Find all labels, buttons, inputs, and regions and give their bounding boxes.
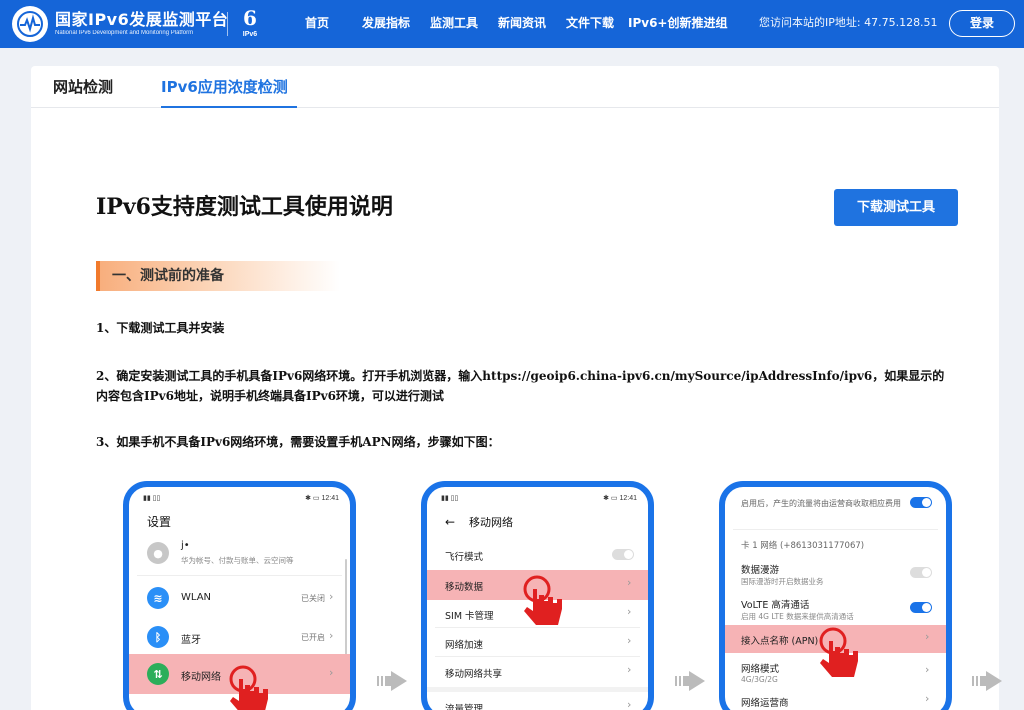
nav-ipv6-plus-innovation[interactable]: IPv6+创新推进组 xyxy=(628,15,728,31)
mobile-network-title: 移动网络 xyxy=(469,516,513,529)
status-time: ✱ ▭ 12:41 xyxy=(603,495,637,502)
phone-scrollbar xyxy=(345,559,347,669)
section-header: 一、测试前的准备 xyxy=(96,261,340,291)
status-time: ✱ ▭ 12:41 xyxy=(305,495,339,502)
chevron-right-icon: › xyxy=(329,590,334,603)
nav-monitoring-tools[interactable]: 监测工具 xyxy=(430,15,478,31)
arrow-right-icon xyxy=(675,671,705,691)
chevron-right-icon: › xyxy=(925,663,930,676)
nav-home[interactable]: 首页 xyxy=(305,15,329,31)
phone-status-bar: ▮▮ ▯▯ ✱ ▭ 12:41 xyxy=(143,493,339,505)
divider xyxy=(435,656,640,657)
page-title: IPv6支持度测试工具使用说明 xyxy=(96,194,393,220)
ipv6-badge-icon: 6 IPv6 xyxy=(242,6,258,38)
phone-screenshot-apn: 启用后，产生的流量将由运营商收取相应费用 卡 1 网络 (+8613031177… xyxy=(719,481,952,710)
step-2-text: 2、确定安装测试工具的手机具备IPv6网络环境。打开手机浏览器，输入https:… xyxy=(96,369,945,403)
data-roaming-toggle xyxy=(910,567,932,578)
step-3-text: 3、如果手机不具备IPv6网络环境，需要设置手机APN网络，步骤如下图： xyxy=(96,435,500,449)
tab-ipv6-usage-check[interactable]: IPv6应用浓度检测 xyxy=(161,76,288,98)
tab-site-check[interactable]: 网站检测 xyxy=(53,76,113,98)
mobile-data-toggle xyxy=(910,497,932,508)
download-tool-button[interactable]: 下载测试工具 xyxy=(834,189,958,226)
site-title: 国家IPv6发展监测平台 xyxy=(55,10,229,29)
chevron-right-icon: › xyxy=(627,663,632,676)
mobile-network-label: 移动网络 xyxy=(181,672,221,683)
sim-management-label: SIM 卡管理 xyxy=(445,611,494,622)
data-roaming-label: 数据漫游 xyxy=(741,565,780,576)
nav-development-indicators[interactable]: 发展指标 xyxy=(362,15,410,31)
tab-bar: 网站检测 IPv6应用浓度检测 xyxy=(31,66,999,108)
account-subtitle: 华为帐号、付款与账单、云空间等 xyxy=(181,556,294,565)
airplane-mode-toggle xyxy=(612,549,634,560)
volte-toggle xyxy=(910,602,932,613)
chevron-right-icon: › xyxy=(627,576,632,589)
chevron-right-icon: › xyxy=(627,634,632,647)
chevron-right-icon: › xyxy=(329,666,334,679)
divider xyxy=(733,529,938,530)
site-logo[interactable]: 国家IPv6发展监测平台 National IPv6 Development a… xyxy=(12,6,228,42)
volte-subtitle: 启用 4G LTE 数据来提供高清通话 xyxy=(741,612,854,621)
nav-news[interactable]: 新闻资讯 xyxy=(498,15,546,31)
airplane-mode-label: 飞行模式 xyxy=(445,552,484,563)
step-1-text: 1、下载测试工具并安装 xyxy=(96,321,225,335)
phone-screenshot-settings: ▮▮ ▯▯ ✱ ▭ 12:41 设置 ● j• 华为帐号、付款与账单、云空间等 … xyxy=(123,481,356,710)
account-name: j• xyxy=(181,540,190,551)
signal-icon: ▮▮ ▯▯ xyxy=(143,495,161,502)
tap-hand-icon xyxy=(523,575,562,625)
network-sharing-label: 移动网络共享 xyxy=(445,669,503,680)
mobile-data-label: 移动数据 xyxy=(445,582,484,593)
arrow-right-icon xyxy=(377,671,407,691)
network-acceleration-label: 网络加速 xyxy=(445,640,484,651)
network-mode-subtitle: 4G/3G/2G xyxy=(741,675,778,684)
logo-emblem-icon xyxy=(12,6,48,42)
chevron-right-icon: › xyxy=(925,630,930,643)
chevron-right-icon: › xyxy=(925,692,930,705)
top-navigation-bar: 国家IPv6发展监测平台 National IPv6 Development a… xyxy=(0,0,1024,48)
chevron-right-icon: › xyxy=(627,698,632,710)
data-roaming-subtitle: 国际漫游时开启数据业务 xyxy=(741,577,824,586)
section-accent-bar xyxy=(96,261,100,291)
back-arrow-icon: ← xyxy=(445,515,456,529)
visitor-ip-address: 您访问本站的IP地址: 47.75.128.51 xyxy=(759,16,938,29)
section-title: 一、测试前的准备 xyxy=(112,268,224,284)
traffic-management-label: 流量管理 xyxy=(445,704,484,710)
bluetooth-state: 已开启 xyxy=(301,633,325,642)
network-mode-label: 网络模式 xyxy=(741,664,780,675)
chevron-right-icon: › xyxy=(627,605,632,618)
active-tab-indicator xyxy=(161,106,297,108)
site-subtitle: National IPv6 Development and Monitoring… xyxy=(55,30,194,36)
chevron-right-icon: › xyxy=(329,629,334,642)
wlan-icon: ≋ xyxy=(147,587,169,609)
login-button[interactable]: 登录 xyxy=(949,10,1015,37)
bluetooth-label: 蓝牙 xyxy=(181,635,201,646)
phone-status-bar: ▮▮ ▯▯ ✱ ▭ 12:41 xyxy=(441,493,637,505)
wlan-label: WLAN xyxy=(181,592,212,603)
signal-icon: ▮▮ ▯▯ xyxy=(441,495,459,502)
bluetooth-icon: ᛒ xyxy=(147,626,169,648)
divider xyxy=(137,575,342,576)
logo-divider xyxy=(227,12,228,36)
wlan-state: 已关闭 xyxy=(301,594,325,603)
settings-title: 设置 xyxy=(147,515,172,529)
volte-label: VoLTE 高清通话 xyxy=(741,600,810,611)
avatar-icon: ● xyxy=(147,542,169,564)
apn-label: 接入点名称 (APN) xyxy=(741,636,819,647)
tap-hand-icon xyxy=(819,627,858,677)
data-charge-note: 启用后，产生的流量将由运营商收取相应费用 xyxy=(741,499,901,508)
divider xyxy=(427,687,648,692)
arrow-right-icon xyxy=(972,671,1002,691)
mobile-network-icon: ⇅ xyxy=(147,663,169,685)
tap-hand-icon xyxy=(229,665,268,710)
card-network-label: 卡 1 网络 (+8613031177067) xyxy=(741,541,865,551)
network-carrier-label: 网络运营商 xyxy=(741,698,789,709)
nav-file-download[interactable]: 文件下载 xyxy=(566,15,614,31)
phone-screenshot-mobile-network: ▮▮ ▯▯ ✱ ▭ 12:41 ← 移动网络 飞行模式 移动数据 › SIM 卡… xyxy=(421,481,654,710)
